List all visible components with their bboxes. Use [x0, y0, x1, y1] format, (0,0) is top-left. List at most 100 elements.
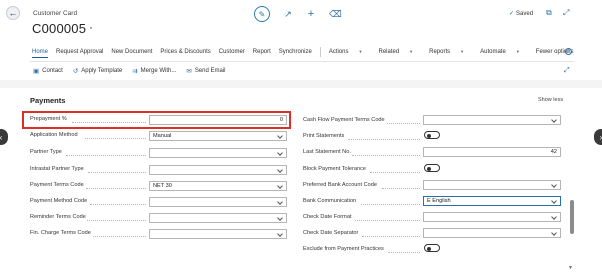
application-method-label: Application Method [30, 132, 78, 138]
preferred-bank-account-label: Preferred Bank Account Code [303, 182, 378, 188]
back-arrow-icon[interactable]: ← [6, 6, 20, 20]
chevron-down-icon: ▼ [358, 49, 363, 54]
cash-flow-payment-terms-label: Cash Flow Payment Terms Code [303, 117, 385, 123]
bank-communication-label: Bank Communication [303, 198, 357, 204]
section-separator [0, 80, 602, 88]
next-record-arrow-icon[interactable]: › [594, 129, 602, 145]
reminder-terms-code-label: Reminder Terms Code [30, 214, 86, 220]
merge-icon: ⇉ [132, 68, 138, 75]
label-leader [352, 155, 420, 156]
exclude-payment-practices-toggle[interactable] [424, 244, 440, 252]
partner-type-select[interactable] [149, 148, 287, 158]
vertical-scrollbar[interactable] [570, 200, 574, 234]
label-leader [66, 155, 146, 156]
collapse-icon[interactable]: ⤢ [563, 8, 569, 18]
top-actions: ✎ ↗ + ⌫ [254, 6, 342, 22]
fin-charge-terms-code-label: Fin. Charge Terms Code [30, 230, 91, 236]
promoted-actions: ▣ Contact ↺ Apply Template ⇉ Merge With... … [33, 67, 236, 75]
menu-automate-label: Automate [480, 49, 506, 55]
apply-template-button[interactable]: ↺ Apply Template [73, 67, 122, 75]
section-title[interactable]: Payments [30, 96, 65, 105]
email-icon: ✉ [186, 68, 192, 75]
intrastat-partner-type-select[interactable] [149, 165, 287, 175]
chevron-down-icon: ▼ [409, 49, 414, 54]
label-leader [370, 172, 420, 173]
label-leader [85, 138, 146, 139]
payment-method-code-select[interactable] [149, 197, 287, 207]
menu-actions-label: Actions [328, 49, 349, 55]
edit-pencil-icon[interactable]: ✎ [254, 6, 270, 22]
menu-report[interactable]: Report [253, 49, 271, 58]
preferred-bank-account-select[interactable] [423, 180, 561, 190]
label-leader [362, 236, 420, 237]
menu-home[interactable]: Home [32, 49, 49, 58]
partner-type-label: Partner Type [30, 149, 62, 155]
page-title: C000005 [32, 21, 87, 36]
contact-button[interactable]: ▣ Contact [33, 67, 63, 75]
block-payment-tolerance-toggle[interactable] [424, 164, 440, 172]
payment-terms-code-select[interactable]: NET 30 [149, 181, 287, 191]
print-statements-toggle[interactable] [424, 131, 440, 139]
pin-icon[interactable]: ⤢ [564, 67, 570, 75]
previous-record-arrow-icon[interactable]: ‹ [0, 129, 8, 145]
contact-label: Contact [42, 68, 63, 74]
prepayment-highlight-box [22, 111, 291, 129]
menu-related-label: Related [378, 49, 400, 55]
reminder-terms-code-select[interactable] [149, 213, 287, 223]
title-more-dot[interactable]: · [89, 20, 93, 34]
menu-divider [319, 47, 321, 57]
cash-flow-payment-terms-select[interactable] [423, 115, 561, 125]
menu-request-approval[interactable]: Request Approval [56, 49, 103, 58]
merge-with-button[interactable]: ⇉ Merge With... [132, 67, 176, 75]
check-date-separator-label: Check Date Separator [303, 230, 359, 236]
menu-actions[interactable]: Actions ▼ [329, 49, 371, 58]
add-icon[interactable]: + [306, 8, 316, 20]
check-date-format-select[interactable] [423, 212, 561, 222]
saved-label: Saved [516, 11, 534, 17]
action-menu: Home Request Approval New Document Price… [32, 47, 581, 58]
label-leader [382, 188, 420, 189]
payment-method-code-label: Payment Method Code [30, 198, 88, 204]
merge-with-label: Merge With... [140, 68, 177, 74]
bank-communication-select[interactable]: E English [423, 196, 561, 206]
menu-new-document[interactable]: New Document [111, 49, 152, 58]
customer-card-page: ← Customer Card C000005 · ✎ ↗ + ⌫ ✓ Saved… [0, 0, 602, 273]
exclude-payment-practices-label: Exclude from Payment Practices [303, 246, 384, 252]
scroll-down-icon[interactable]: ▼ [568, 265, 573, 271]
menu-synchronize[interactable]: Synchronize [279, 49, 312, 58]
template-icon: ↺ [72, 68, 79, 75]
block-payment-tolerance-label: Block Payment Tolerance [303, 166, 367, 172]
delete-icon[interactable]: ⌫ [329, 9, 342, 20]
fin-charge-terms-code-select[interactable] [149, 229, 287, 239]
send-email-label: Send Email [194, 68, 226, 74]
card-label: Customer Card [33, 10, 78, 17]
payment-terms-code-label: Payment Terms Code [30, 182, 84, 188]
menu-reports[interactable]: Reports ▼ [429, 49, 472, 58]
last-statement-no-input[interactable]: 42 [423, 147, 561, 157]
label-leader [86, 188, 146, 189]
send-email-button[interactable]: ✉ Send Email [186, 67, 225, 75]
menu-related[interactable]: Related ▼ [378, 49, 421, 58]
check-icon: ✓ [509, 11, 515, 17]
check-date-separator-select[interactable] [423, 228, 561, 238]
check-date-format-label: Check Date Format [303, 214, 352, 220]
saved-status: ✓ Saved [509, 10, 533, 17]
menu-reports-label: Reports [429, 49, 451, 55]
label-leader [387, 123, 420, 124]
label-leader [388, 252, 420, 253]
last-statement-no-label: Last Statement No. [303, 149, 351, 155]
application-method-select[interactable]: Manual [149, 131, 287, 141]
menu-automate[interactable]: Automate ▼ [480, 49, 528, 58]
open-new-window-icon[interactable]: ⧉ [546, 8, 552, 18]
label-leader [90, 204, 146, 205]
menu-customer[interactable]: Customer [219, 49, 245, 58]
contact-icon: ▣ [33, 68, 40, 75]
label-leader [355, 220, 420, 221]
share-icon[interactable]: ↗ [283, 9, 293, 20]
info-icon[interactable]: i [565, 48, 572, 55]
label-leader [88, 172, 146, 173]
show-less-link[interactable]: Show less [538, 97, 563, 103]
apply-template-label: Apply Template [81, 68, 123, 74]
menu-prices-discounts[interactable]: Prices & Discounts [160, 49, 210, 58]
menu-divider-line [30, 61, 574, 62]
